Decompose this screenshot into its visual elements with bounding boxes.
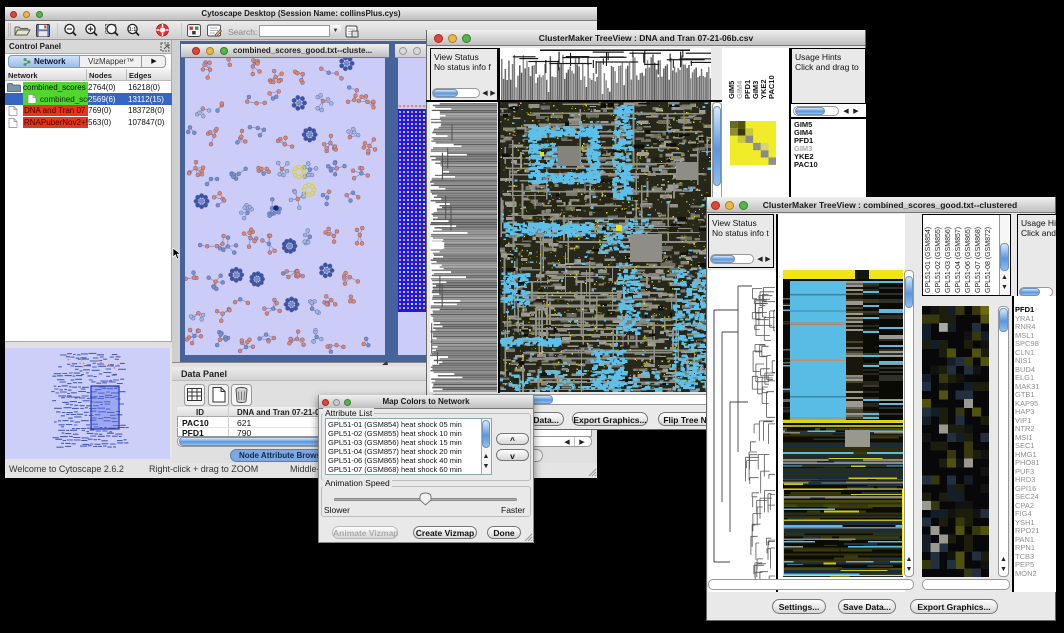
svg-text:1:1: 1:1 <box>129 27 136 33</box>
